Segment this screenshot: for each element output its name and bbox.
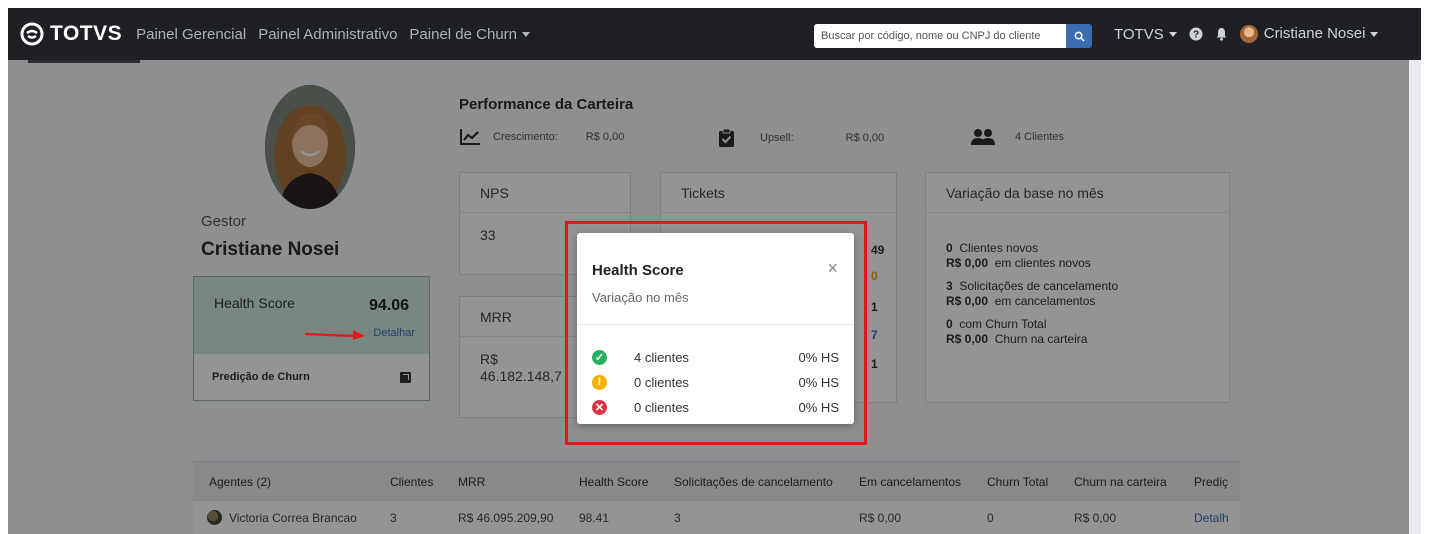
chevron-down-icon	[1370, 31, 1379, 37]
org-name: TOTVS	[1114, 25, 1164, 43]
nav-dropdown-painel-churn[interactable]: Painel de Churn	[409, 26, 530, 43]
svg-text:?: ?	[1193, 30, 1199, 41]
page-scrollbar[interactable]	[1409, 60, 1421, 534]
brand-logo[interactable]: TOTVS	[20, 22, 122, 46]
top-navbar: TOTVS Painel Gerencial Painel Administra…	[8, 8, 1421, 60]
help-icon[interactable]: ?	[1189, 27, 1203, 41]
brand-name: TOTVS	[50, 22, 123, 45]
bell-icon[interactable]	[1215, 27, 1228, 41]
user-name: Cristiane Nosei	[1263, 24, 1366, 42]
nav-right: TOTVS ? Cristiane Nosei	[1114, 8, 1390, 60]
chevron-down-icon	[1168, 32, 1177, 38]
app-frame: TOTVS Painel Gerencial Painel Administra…	[8, 8, 1421, 534]
org-dropdown[interactable]: TOTVS	[1114, 26, 1177, 43]
totvs-logo-icon	[20, 22, 44, 46]
nav-link-painel-gerencial[interactable]: Painel Gerencial	[136, 26, 246, 43]
annotation-arrow-icon	[305, 330, 365, 340]
annotation-highlight-box	[565, 221, 867, 445]
nav-link-painel-administrativo[interactable]: Painel Administrativo	[258, 26, 397, 43]
search-button[interactable]	[1066, 24, 1092, 48]
search-input[interactable]: Buscar por código, nome ou CNPJ do clien…	[814, 24, 1066, 48]
user-avatar	[1239, 25, 1258, 44]
nav-dropdown-label: Painel de Churn	[409, 25, 517, 43]
search-icon	[1074, 31, 1085, 42]
chevron-down-icon	[522, 32, 530, 38]
search-bar: Buscar por código, nome ou CNPJ do clien…	[814, 24, 1092, 48]
user-menu[interactable]: Cristiane Nosei	[1239, 24, 1379, 44]
